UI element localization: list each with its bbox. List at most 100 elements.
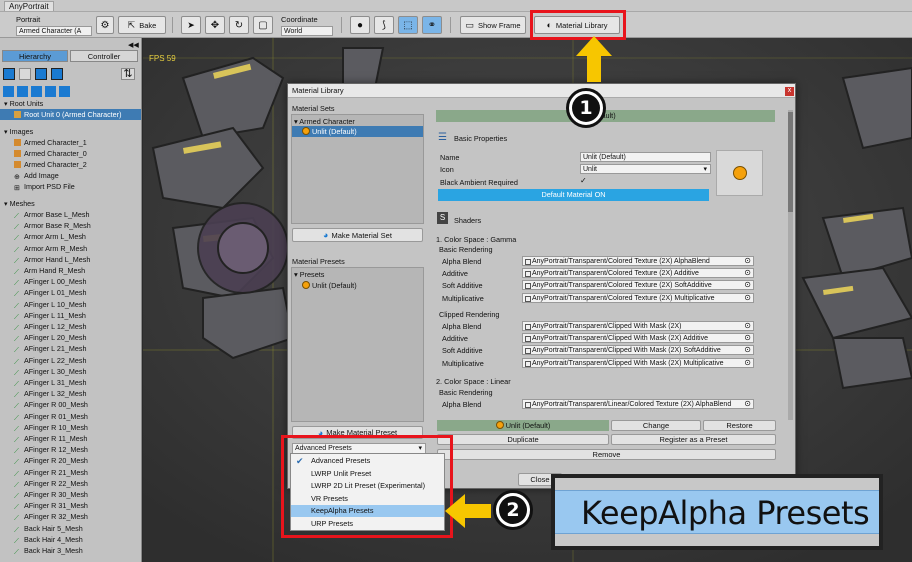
mesh-item[interactable]: ⟋ AFinger L 01_Mesh xyxy=(0,287,141,298)
section-root-units[interactable]: ▾ Root Units xyxy=(0,98,141,109)
tab-controller[interactable]: Controller xyxy=(70,50,138,62)
mesh-item[interactable]: ⟋ Back Hair 4_Mesh xyxy=(0,534,141,545)
onion-button[interactable]: ● xyxy=(350,16,370,34)
mesh-item[interactable]: ⟋ AFinger R 12_Mesh xyxy=(0,444,141,455)
mesh-item[interactable]: ⟋ AFinger R 00_Mesh xyxy=(0,399,141,410)
shader-field[interactable]: AnyPortrait/Transparent/Colored Texture … xyxy=(522,280,754,291)
detail-scrollbar[interactable] xyxy=(788,110,793,420)
mesh-item[interactable]: ⟋ AFinger R 20_Mesh xyxy=(0,455,141,466)
image-item[interactable]: Armed Character_2 xyxy=(0,159,141,170)
shader-field[interactable]: AnyPortrait/Transparent/Colored Texture … xyxy=(522,268,754,279)
filter-image-icon[interactable] xyxy=(19,68,31,80)
image-item[interactable]: Armed Character_1 xyxy=(0,137,141,148)
physics-button[interactable]: ⚭ xyxy=(422,16,442,34)
filter-group-icon[interactable] xyxy=(51,68,63,80)
select-tool-button[interactable]: ➤ xyxy=(181,16,201,34)
mesh-item[interactable]: ⟋ AFinger R 22_Mesh xyxy=(0,478,141,489)
duplicate-button[interactable]: Duplicate xyxy=(437,434,609,445)
set-group[interactable]: ▾ Armed Character xyxy=(294,117,355,126)
root-unit-item[interactable]: Root Unit 0 (Armed Character) xyxy=(0,109,141,120)
app-tab[interactable]: AnyPortrait xyxy=(4,1,54,11)
mesh-item[interactable]: ⟋ Armor Arm L_Mesh xyxy=(0,231,141,242)
make-material-set-button[interactable]: ◕ Make Material Set xyxy=(292,228,423,242)
mesh-item[interactable]: ⟋ AFinger R 11_Mesh xyxy=(0,433,141,444)
icon-select[interactable]: Unlit ▾ xyxy=(580,164,711,174)
mesh-item[interactable]: ⟋ AFinger R 10_Mesh xyxy=(0,422,141,433)
mesh-item[interactable]: ⟋ Armor Hand L_Mesh xyxy=(0,254,141,265)
mesh-icon: ⟋ xyxy=(14,336,19,344)
mesh-item[interactable]: ⟋ AFinger R 01_Mesh xyxy=(0,411,141,422)
set-item-selected[interactable]: Unlit (Default) xyxy=(292,126,423,137)
sort-icon[interactable]: ⇅ xyxy=(121,68,135,80)
mesh-item[interactable]: ⟋ AFinger R 32_Mesh xyxy=(0,511,141,522)
shader-field[interactable]: AnyPortrait/Transparent/Colored Texture … xyxy=(522,292,754,303)
mesh-item[interactable]: ⟋ AFinger L 30_Mesh xyxy=(0,366,141,377)
filter-mesh-icon[interactable] xyxy=(35,68,47,80)
name-field[interactable]: Unlit (Default) xyxy=(580,152,711,162)
remove-button[interactable]: Remove xyxy=(437,449,776,460)
scrollbar-thumb[interactable] xyxy=(788,112,793,212)
filter-icons-row-2 xyxy=(3,86,138,97)
mesh-item[interactable]: ⟋ AFinger L 00_Mesh xyxy=(0,276,141,287)
unlit-preview-icon xyxy=(733,166,747,180)
rotate-tool-button[interactable]: ↻ xyxy=(229,16,249,34)
shader-field[interactable]: AnyPortrait/Transparent/Clipped With Mas… xyxy=(522,345,754,356)
collapse-icon[interactable]: ◀◀ xyxy=(128,41,139,49)
show-frame-button[interactable]: ▭ Show Frame xyxy=(460,16,526,34)
black-ambient-checkbox[interactable]: ✓ xyxy=(580,177,589,186)
settings-button[interactable]: ⚙ xyxy=(96,16,114,34)
filter-anim-icon[interactable] xyxy=(31,86,42,97)
section-images[interactable]: ▾ Images xyxy=(0,126,141,137)
close-x-button[interactable]: x xyxy=(785,87,794,96)
bake-button[interactable]: ⇱ Bake xyxy=(118,16,166,34)
portrait-select[interactable]: Armed Character (A xyxy=(16,26,92,36)
material-sets-list[interactable]: ▾ Armed Character Unlit (Default) xyxy=(291,114,424,224)
mesh-item[interactable]: ⟋ AFinger R 30_Mesh xyxy=(0,489,141,500)
filter-modifier-icon[interactable] xyxy=(17,86,28,97)
filter-root-icon[interactable] xyxy=(3,68,15,80)
scale-tool-button[interactable]: ▢ xyxy=(253,16,273,34)
tab-hierarchy[interactable]: Hierarchy xyxy=(2,50,68,62)
material-presets-list[interactable]: ▾ Presets Unlit (Default) xyxy=(291,267,424,422)
mesh-item[interactable]: ⟋ AFinger L 11_Mesh xyxy=(0,310,141,321)
add-image-item[interactable]: ⊕ Add Image xyxy=(0,170,141,181)
image-item[interactable]: Armed Character_0 xyxy=(0,148,141,159)
shader-field[interactable]: AnyPortrait/Transparent/Clipped With Mas… xyxy=(522,357,754,368)
preset-group[interactable]: ▾ Presets xyxy=(294,270,324,279)
filter-bone-icon[interactable] xyxy=(3,86,14,97)
filter-sort-icon[interactable] xyxy=(59,86,70,97)
coordinate-select[interactable]: World xyxy=(281,26,333,36)
mesh-item[interactable]: ⟋ Back Hair 3_Mesh xyxy=(0,545,141,556)
mesh-item[interactable]: ⟋ Arm Hand R_Mesh xyxy=(0,265,141,276)
mesh-item[interactable]: ⟋ AFinger L 31_Mesh xyxy=(0,377,141,388)
mesh-item[interactable]: ⟋ AFinger L 22_Mesh xyxy=(0,355,141,366)
mesh-item[interactable]: ⟋ AFinger R 31_Mesh xyxy=(0,500,141,511)
section-meshes[interactable]: ▾ Meshes xyxy=(0,198,141,209)
mesh-item[interactable]: ⟋ AFinger L 10_Mesh xyxy=(0,299,141,310)
gear-icon: ⚙ xyxy=(100,19,110,31)
mesh-item[interactable]: ⟋ AFinger L 32_Mesh xyxy=(0,388,141,399)
import-psd-item[interactable]: ⊞ Import PSD File xyxy=(0,181,141,192)
mesh-item[interactable]: ⟋ Armor Base R_Mesh xyxy=(0,220,141,231)
preset-item[interactable]: Unlit (Default) xyxy=(302,281,357,290)
mesh-item[interactable]: ⟋ Back Hair 5_Mesh xyxy=(0,523,141,534)
mesh-item[interactable]: ⟋ Armor Arm R_Mesh xyxy=(0,243,141,254)
mesh-item[interactable]: ⟋ AFinger L 21_Mesh xyxy=(0,343,141,354)
mesh-icon: ⟋ xyxy=(14,325,19,332)
mesh-item[interactable]: ⟋ AFinger L 12_Mesh xyxy=(0,321,141,332)
filter-param-icon[interactable] xyxy=(45,86,56,97)
mesh-item[interactable]: ⟋ AFinger R 21_Mesh xyxy=(0,467,141,478)
bone-button[interactable]: ⟆ xyxy=(374,16,394,34)
move-tool-button[interactable]: ✥ xyxy=(205,16,225,34)
shader-field[interactable]: AnyPortrait/Transparent/Colored Texture … xyxy=(522,256,754,266)
shader-field[interactable]: AnyPortrait/Transparent/Clipped With Mas… xyxy=(522,333,754,344)
shader-field[interactable]: AnyPortrait/Transparent/Linear/Colored T… xyxy=(522,399,754,409)
change-button[interactable]: Change xyxy=(611,420,701,431)
mesh-item[interactable]: ⟋ AFinger L 20_Mesh xyxy=(0,332,141,343)
restore-button[interactable]: Restore xyxy=(703,420,776,431)
shader-field[interactable]: AnyPortrait/Transparent/Clipped With Mas… xyxy=(522,321,754,331)
mesh-button[interactable]: ⬚ xyxy=(398,16,418,34)
register-preset-button[interactable]: Register as a Preset xyxy=(611,434,776,445)
default-material-button[interactable]: Default Material ON xyxy=(438,189,709,201)
mesh-item[interactable]: ⟋ Armor Base L_Mesh xyxy=(0,209,141,220)
